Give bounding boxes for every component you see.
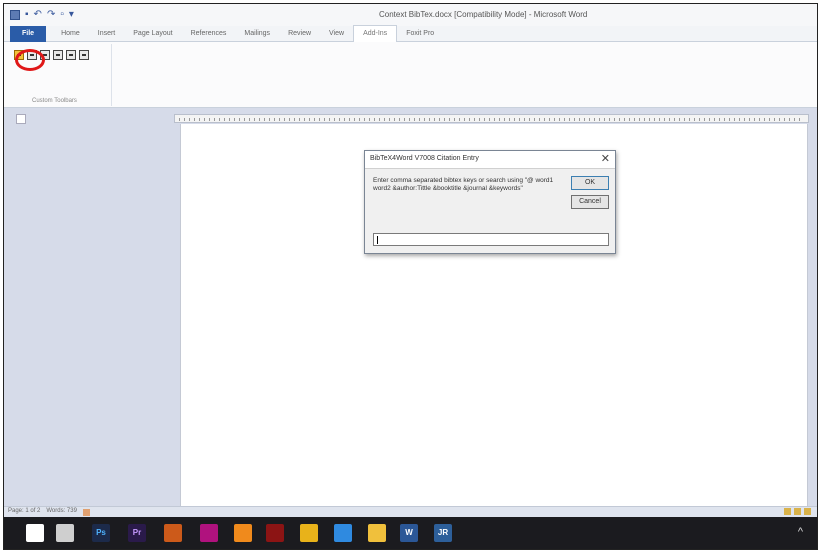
ok-button[interactable]: OK xyxy=(571,176,609,190)
tab-mailings[interactable]: Mailings xyxy=(235,26,279,42)
save-icon[interactable]: ▪ xyxy=(25,9,29,21)
taskbar: ^ Ps Pr W JR xyxy=(4,517,817,549)
chrome-icon[interactable] xyxy=(300,524,318,542)
edit-icon[interactable] xyxy=(53,50,63,60)
highlight-circle xyxy=(15,49,45,71)
undo-icon[interactable]: ↶ xyxy=(34,9,42,21)
dialog-title-bar[interactable]: BibTeX4Word V7008 Citation Entry ✕ xyxy=(365,151,615,169)
redo-icon[interactable]: ↷ xyxy=(47,9,55,21)
start-icon[interactable] xyxy=(26,524,44,542)
word-icon[interactable]: W xyxy=(400,524,418,542)
status-bar: Page: 1 of 2 Words: 739 xyxy=(4,506,817,517)
tab-review[interactable]: Review xyxy=(279,26,320,42)
status-left: Page: 1 of 2 Words: 739 xyxy=(8,508,90,516)
citation-entry-dialog: BibTeX4Word V7008 Citation Entry ✕ Enter… xyxy=(364,150,616,254)
text-caret xyxy=(377,236,378,244)
quick-access-toolbar: ▪ ↶ ↷ ▫ ▾ xyxy=(10,9,74,21)
page-count[interactable]: Page: 1 of 2 xyxy=(8,508,40,516)
tab-view[interactable]: View xyxy=(320,26,353,42)
customize-qat-icon[interactable]: ▾ xyxy=(69,9,74,21)
ribbon-tabs: File Home Insert Page Layout References … xyxy=(4,25,817,42)
ruler-toggle-icon[interactable] xyxy=(16,114,26,124)
bibliography-icon[interactable] xyxy=(79,50,89,60)
window-title: Context BibTex.docx [Compatibility Mode]… xyxy=(379,10,588,19)
full-screen-icon[interactable] xyxy=(794,508,801,515)
photoshop-icon[interactable]: Ps xyxy=(92,524,110,542)
custom-toolbars-group: Custom Toolbars xyxy=(8,44,112,106)
print-icon[interactable]: ▫ xyxy=(60,9,64,21)
word-logo-icon xyxy=(10,10,20,20)
tab-references[interactable]: References xyxy=(182,26,236,42)
close-icon[interactable]: ✕ xyxy=(601,153,610,166)
dialog-title: BibTeX4Word V7008 Citation Entry xyxy=(370,155,479,162)
web-layout-icon[interactable] xyxy=(804,508,811,515)
view-buttons xyxy=(784,508,811,515)
visual-studio-icon[interactable] xyxy=(334,524,352,542)
tab-insert[interactable]: Insert xyxy=(89,26,125,42)
chevron-up-icon[interactable]: ^ xyxy=(798,526,803,538)
next-icon[interactable] xyxy=(66,50,76,60)
aftereffects-files-icon[interactable] xyxy=(164,524,182,542)
acrobat-icon[interactable] xyxy=(266,524,284,542)
tab-page-layout[interactable]: Page Layout xyxy=(124,26,181,42)
tab-file[interactable]: File xyxy=(10,25,47,42)
window-frame: ▪ ↶ ↷ ▫ ▾ Context BibTex.docx [Compatibi… xyxy=(3,3,818,550)
adobe-media-icon[interactable] xyxy=(200,524,218,542)
group-label: Custom Toolbars xyxy=(32,98,77,104)
task-view-icon[interactable] xyxy=(56,524,74,542)
ribbon-panel: Custom Toolbars xyxy=(4,42,817,108)
tab-home[interactable]: Home xyxy=(52,26,89,42)
proofing-icon[interactable] xyxy=(82,509,90,516)
citation-keys-input[interactable] xyxy=(373,233,609,246)
premiere-icon[interactable]: Pr xyxy=(128,524,146,542)
word-count[interactable]: Words: 739 xyxy=(46,508,77,516)
dialog-prompt: Enter comma separated bibtex keys or sea… xyxy=(373,177,554,192)
file-explorer-icon[interactable] xyxy=(368,524,386,542)
tab-foxit-pro[interactable]: Foxit Pro xyxy=(397,26,443,42)
ruler-ticks xyxy=(179,118,804,121)
title-bar: ▪ ↶ ↷ ▫ ▾ Context BibTex.docx [Compatibi… xyxy=(4,4,817,26)
vlc-icon[interactable] xyxy=(234,524,252,542)
cancel-button[interactable]: Cancel xyxy=(571,195,609,209)
jabref-icon[interactable]: JR xyxy=(434,524,452,542)
tab-add-ins[interactable]: Add-Ins xyxy=(353,25,398,42)
print-layout-icon[interactable] xyxy=(784,508,791,515)
horizontal-ruler[interactable] xyxy=(174,114,809,123)
